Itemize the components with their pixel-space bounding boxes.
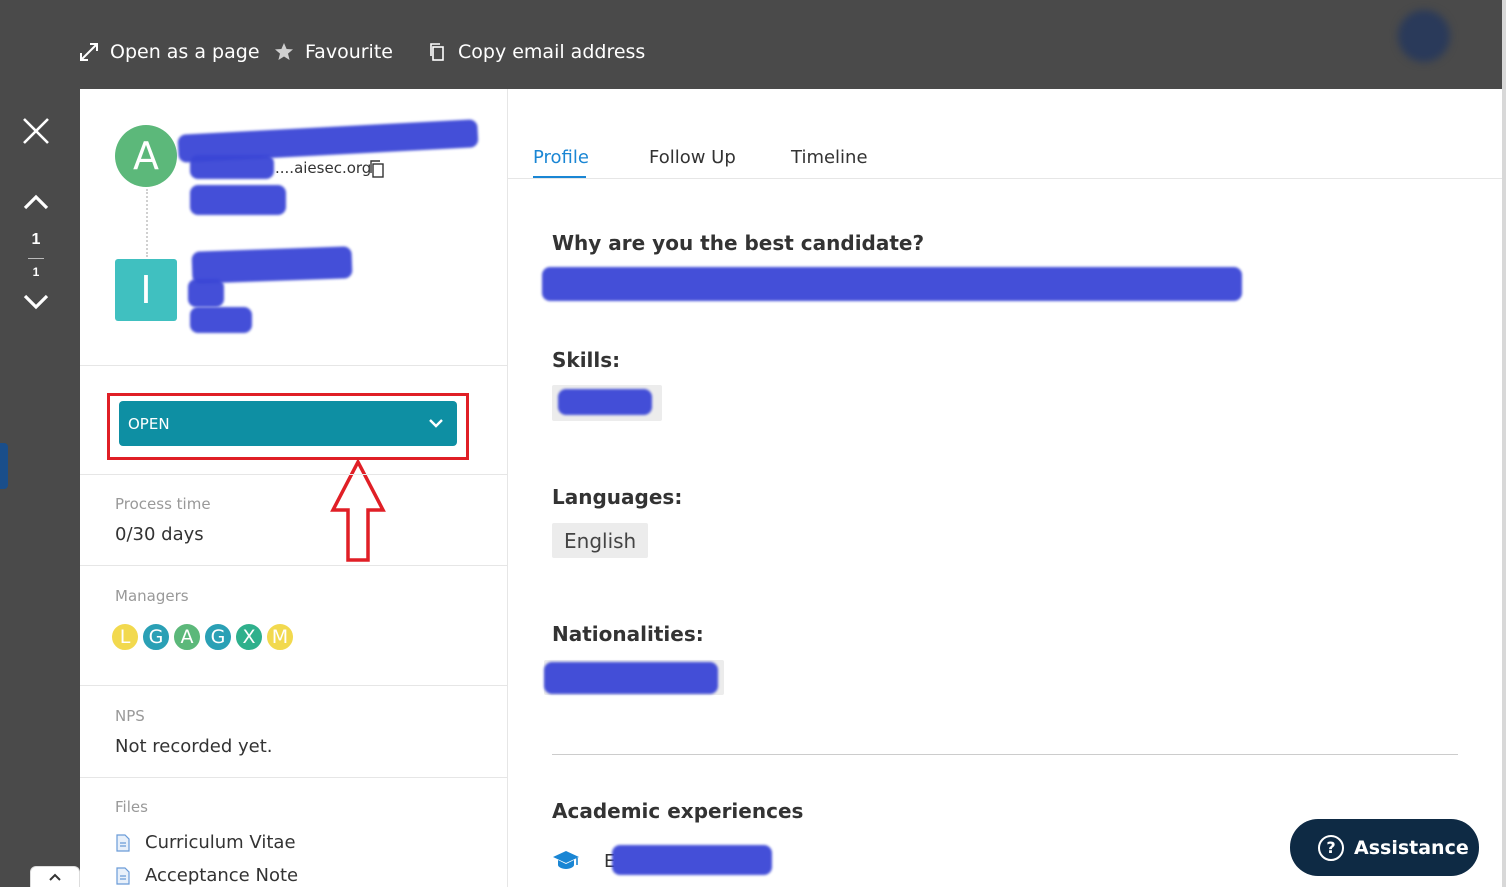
section-divider [552,754,1458,755]
help-icon: ? [1318,834,1344,861]
manager-avatar[interactable]: L [110,622,140,652]
copy-email-icon[interactable] [368,159,386,179]
tab-follow-up[interactable]: Follow Up [649,147,736,168]
redacted-answer [542,267,1242,301]
process-time-value: 0/30 days [115,524,204,545]
manager-avatar[interactable]: X [234,622,264,652]
redacted-email-prefix [190,155,274,179]
chevron-up-icon[interactable] [22,192,50,212]
nps-value: Not recorded yet. [115,736,273,757]
academic-heading: Academic experiences [552,799,804,823]
assistance-label: Assistance [1354,836,1469,859]
manager-avatar[interactable]: M [265,622,295,652]
redacted-phone [190,185,286,215]
manager-avatar[interactable]: G [203,622,233,652]
manager-avatar[interactable]: A [172,622,202,652]
document-icon [116,866,130,885]
process-time-label: Process time [115,495,211,513]
section-divider [80,474,508,475]
file-item[interactable]: Acceptance Note [115,865,298,886]
open-as-page-label: Open as a page [110,41,260,63]
organization-avatar: I [115,259,177,321]
redacted-organization-line3 [190,307,252,333]
managers-label: Managers [115,587,189,605]
skills-heading: Skills: [552,348,621,372]
copy-email-label: Copy email address [458,41,646,63]
star-icon [273,41,295,63]
manager-avatar[interactable]: G [141,622,171,652]
expand-icon [78,41,100,63]
status-value: OPEN [128,414,170,433]
tab-timeline[interactable]: Timeline [791,147,868,168]
user-avatar[interactable] [1398,10,1450,62]
file-item[interactable]: Curriculum Vitae [115,832,296,853]
chevron-down-icon [427,415,445,431]
summary-column: A I ....aiesec.org OPEN Process time 0/3… [80,89,508,887]
files-label: Files [115,798,148,816]
section-divider [80,365,508,366]
redacted-skill [558,389,652,415]
nps-label: NPS [115,707,145,725]
close-icon[interactable] [20,115,52,147]
scrollbar-edge [1502,0,1506,887]
redacted-academic [612,845,772,875]
profile-column: Profile Follow Up Timeline Why are you t… [508,89,1502,887]
document-icon [116,833,130,852]
record-separator [28,258,44,259]
section-divider [80,685,508,686]
tab-profile[interactable]: Profile [533,147,589,168]
skill-chip [552,385,662,421]
redacted-organization-line2 [188,279,224,307]
background-tab [0,443,8,489]
nationality-chip [544,660,724,695]
redacted-nationality [544,662,718,694]
section-divider [80,777,508,778]
status-dropdown[interactable]: OPEN [119,401,457,446]
copy-icon [426,41,448,63]
email-text: ....aiesec.org [275,159,372,177]
language-chip: English [552,523,649,558]
person-avatar: A [115,125,177,187]
active-tab-indicator [533,176,586,178]
file-name: Curriculum Vitae [145,832,296,853]
graduation-cap-icon [553,851,579,869]
nationalities-heading: Nationalities: [552,622,704,646]
top-toolbar: Open as a page Favourite Copy email addr… [0,0,1506,89]
chevron-down-icon[interactable] [22,292,50,312]
favourite-button[interactable]: Favourite [273,38,393,66]
record-current: 1 [31,231,41,248]
detail-panel: A I ....aiesec.org OPEN Process time 0/3… [80,89,1502,887]
assistance-button[interactable]: ? Assistance [1290,819,1479,876]
favourite-label: Favourite [305,41,393,63]
copy-email-button[interactable]: Copy email address [426,38,645,66]
managers-list: L G A G X M [110,622,296,652]
collapse-button[interactable] [30,866,80,887]
tab-bar: Profile Follow Up Timeline [508,89,1502,179]
languages-heading: Languages: [552,485,683,509]
why-best-heading: Why are you the best candidate? [552,231,925,255]
section-divider [80,565,508,566]
record-total: 1 [32,265,40,279]
avatar-connector [146,189,148,257]
open-as-page-button[interactable]: Open as a page [78,38,260,66]
chevron-up-icon [49,873,61,881]
file-name: Acceptance Note [145,865,299,886]
